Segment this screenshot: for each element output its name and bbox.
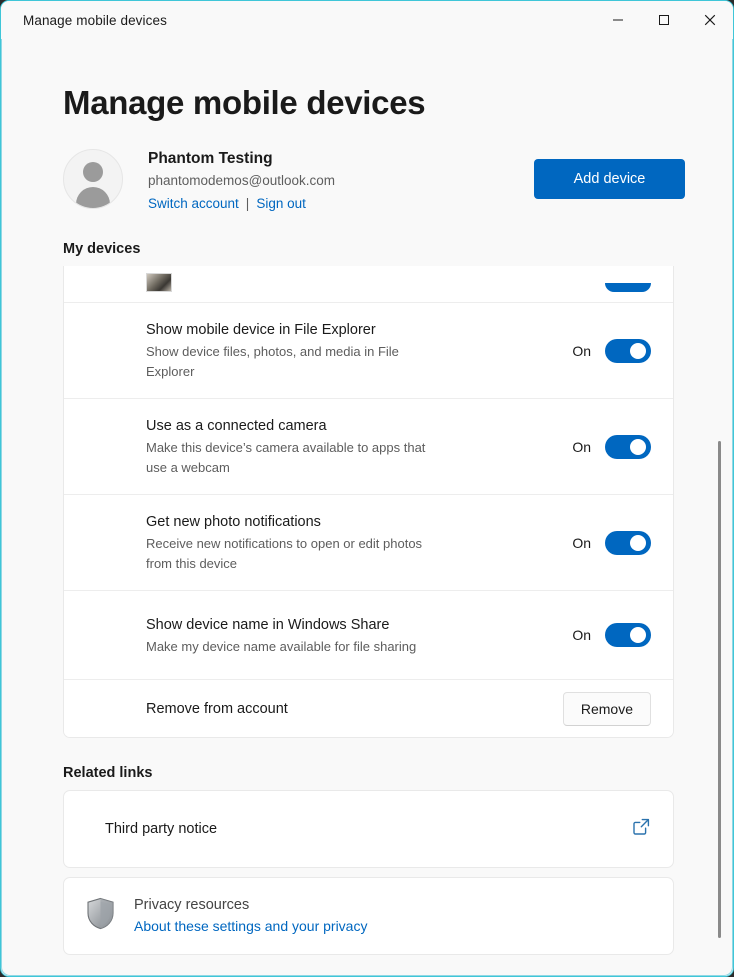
avatar-body-shape bbox=[76, 187, 110, 209]
toggle-knob bbox=[630, 343, 646, 359]
account-links: Switch account | Sign out bbox=[148, 194, 335, 214]
privacy-settings-link[interactable]: About these settings and your privacy bbox=[134, 918, 367, 934]
setting-row[interactable]: Show mobile device in File Explorer Show… bbox=[64, 302, 673, 398]
clipped-setting-row[interactable] bbox=[64, 266, 673, 302]
page-title: Manage mobile devices bbox=[63, 84, 734, 122]
external-link-icon bbox=[632, 817, 651, 841]
third-party-notice-label: Third party notice bbox=[105, 821, 217, 837]
setting-control: On bbox=[572, 531, 651, 555]
account-name: Phantom Testing bbox=[148, 149, 335, 169]
account-header: Phantom Testing phantomodemos@outlook.co… bbox=[63, 147, 734, 214]
setting-row[interactable]: Show device name in Windows Share Make m… bbox=[64, 590, 673, 679]
toggle-knob bbox=[630, 535, 646, 551]
switch-account-link[interactable]: Switch account bbox=[148, 196, 239, 211]
maximize-icon bbox=[658, 14, 670, 26]
avatar-head-shape bbox=[83, 162, 103, 182]
setting-title: Get new photo notifications bbox=[146, 511, 572, 533]
setting-texts: Get new photo notifications Receive new … bbox=[146, 495, 572, 590]
privacy-texts: Privacy resources About these settings a… bbox=[134, 895, 367, 937]
setting-description: Make my device name available for file s… bbox=[146, 637, 446, 657]
minimize-button[interactable] bbox=[595, 1, 641, 39]
toggle-switch-photo-notifications[interactable] bbox=[605, 531, 651, 555]
toggle-state-label: On bbox=[572, 343, 591, 359]
caption-buttons bbox=[595, 1, 733, 39]
link-separator: | bbox=[246, 196, 250, 211]
scrollbar-track[interactable] bbox=[714, 159, 726, 971]
toggle-knob bbox=[630, 439, 646, 455]
remove-row-label: Remove from account bbox=[146, 701, 288, 717]
remove-button[interactable]: Remove bbox=[563, 692, 651, 726]
related-links-heading: Related links bbox=[63, 765, 734, 781]
privacy-resources-title: Privacy resources bbox=[134, 895, 367, 916]
toggle-switch-connected-camera[interactable] bbox=[605, 435, 651, 459]
setting-row[interactable]: Get new photo notifications Receive new … bbox=[64, 494, 673, 590]
setting-texts: Show device name in Windows Share Make m… bbox=[146, 598, 572, 673]
clipped-toggle-switch[interactable] bbox=[605, 283, 651, 292]
minimize-icon bbox=[612, 14, 624, 26]
setting-title: Show device name in Windows Share bbox=[146, 614, 572, 636]
app-window: Manage mobile devices Manage mobile bbox=[0, 0, 734, 977]
shield-icon bbox=[86, 897, 115, 935]
third-party-notice-card[interactable]: Third party notice bbox=[63, 790, 674, 868]
title-bar: Manage mobile devices bbox=[1, 1, 733, 39]
device-settings-card: Show mobile device in File Explorer Show… bbox=[63, 266, 674, 738]
toggle-state-label: On bbox=[572, 627, 591, 643]
my-devices-heading: My devices bbox=[63, 241, 734, 257]
photo-thumbnail-icon bbox=[146, 273, 172, 292]
page-content: Manage mobile devices Phantom Testing ph… bbox=[2, 39, 734, 977]
privacy-resources-card[interactable]: Privacy resources About these settings a… bbox=[63, 877, 674, 955]
toggle-switch-file-explorer[interactable] bbox=[605, 339, 651, 363]
remove-from-account-row: Remove from account Remove bbox=[64, 679, 673, 737]
setting-control: On bbox=[572, 623, 651, 647]
setting-texts: Show mobile device in File Explorer Show… bbox=[146, 303, 572, 398]
account-email: phantomodemos@outlook.com bbox=[148, 171, 335, 191]
setting-texts: Use as a connected camera Make this devi… bbox=[146, 399, 572, 494]
scrollbar-thumb[interactable] bbox=[718, 441, 721, 938]
toggle-knob bbox=[630, 627, 646, 643]
maximize-button[interactable] bbox=[641, 1, 687, 39]
avatar[interactable] bbox=[63, 149, 123, 209]
account-details: Phantom Testing phantomodemos@outlook.co… bbox=[148, 147, 335, 214]
window-title: Manage mobile devices bbox=[23, 13, 167, 28]
add-device-button[interactable]: Add device bbox=[534, 159, 685, 199]
toggle-state-label: On bbox=[572, 535, 591, 551]
close-button[interactable] bbox=[687, 1, 733, 39]
setting-control: On bbox=[572, 339, 651, 363]
toggle-switch-windows-share[interactable] bbox=[605, 623, 651, 647]
setting-title: Use as a connected camera bbox=[146, 415, 572, 437]
setting-title: Show mobile device in File Explorer bbox=[146, 319, 572, 341]
setting-description: Receive new notifications to open or edi… bbox=[146, 534, 446, 574]
sign-out-link[interactable]: Sign out bbox=[256, 196, 306, 211]
setting-description: Show device files, photos, and media in … bbox=[146, 342, 446, 382]
setting-control: On bbox=[572, 435, 651, 459]
toggle-state-label: On bbox=[572, 439, 591, 455]
close-icon bbox=[704, 14, 716, 26]
setting-row[interactable]: Use as a connected camera Make this devi… bbox=[64, 398, 673, 494]
setting-description: Make this device’s camera available to a… bbox=[146, 438, 446, 478]
